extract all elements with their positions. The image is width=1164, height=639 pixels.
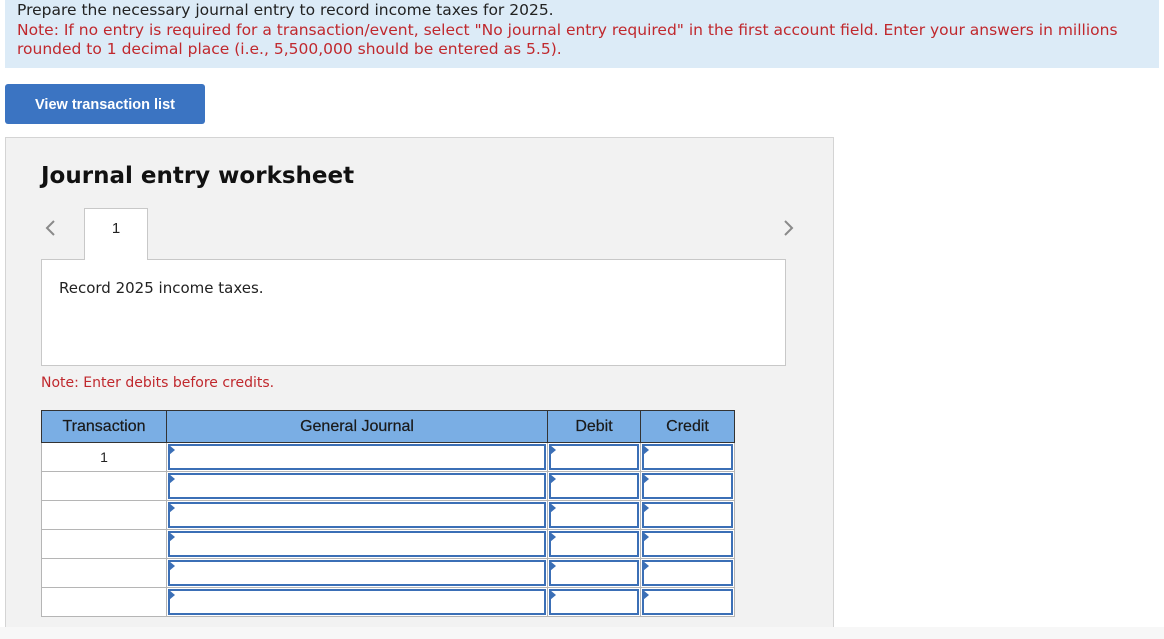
transaction-number xyxy=(41,558,167,588)
table-row xyxy=(41,471,735,501)
chevron-right-icon[interactable] xyxy=(778,216,798,240)
debit-input[interactable] xyxy=(549,444,639,470)
instructions-panel: Prepare the necessary journal entry to r… xyxy=(5,0,1159,68)
credit-input[interactable] xyxy=(642,560,733,586)
view-transaction-list-button[interactable]: View transaction list xyxy=(5,84,205,124)
table-row xyxy=(41,587,735,617)
account-input[interactable] xyxy=(168,502,546,528)
credit-input[interactable] xyxy=(642,502,733,528)
worksheet-title: Journal entry worksheet xyxy=(41,163,355,189)
journal-table: Transaction General Journal Debit Credit… xyxy=(41,410,735,617)
account-input[interactable] xyxy=(168,531,546,557)
debit-input[interactable] xyxy=(549,473,639,499)
account-input[interactable] xyxy=(168,560,546,586)
page-bottom-strip xyxy=(0,627,1164,639)
debit-input[interactable] xyxy=(549,560,639,586)
transaction-number xyxy=(41,471,167,501)
header-debit: Debit xyxy=(547,410,641,443)
tab-panel: Record 2025 income taxes. xyxy=(41,259,786,366)
header-credit: Credit xyxy=(640,410,735,443)
instruction-note: Note: If no entry is required for a tran… xyxy=(17,20,1118,59)
account-input[interactable] xyxy=(168,444,546,470)
account-input[interactable] xyxy=(168,473,546,499)
header-general-journal: General Journal xyxy=(166,410,548,443)
credit-input[interactable] xyxy=(642,473,733,499)
transaction-number xyxy=(41,529,167,559)
journal-entry-worksheet: Journal entry worksheet 1 Record 2025 in… xyxy=(5,137,834,627)
table-row xyxy=(41,558,735,588)
table-header-row: Transaction General Journal Debit Credit xyxy=(41,410,735,443)
table-row xyxy=(41,529,735,559)
credit-input[interactable] xyxy=(642,531,733,557)
transaction-number: 1 xyxy=(41,442,167,472)
transaction-number xyxy=(41,587,167,617)
debit-input[interactable] xyxy=(549,531,639,557)
credit-input[interactable] xyxy=(642,589,733,615)
transaction-description: Record 2025 income taxes. xyxy=(59,279,264,297)
debit-credit-note: Note: Enter debits before credits. xyxy=(41,375,275,391)
header-transaction: Transaction xyxy=(41,410,167,443)
account-input[interactable] xyxy=(168,589,546,615)
debit-input[interactable] xyxy=(549,589,639,615)
tab-transaction-1[interactable]: 1 xyxy=(84,208,148,260)
chevron-left-icon[interactable] xyxy=(41,216,61,240)
instruction-text: Prepare the necessary journal entry to r… xyxy=(17,1,554,19)
table-row: 1 xyxy=(41,442,735,472)
table-row xyxy=(41,500,735,530)
transaction-number xyxy=(41,500,167,530)
debit-input[interactable] xyxy=(549,502,639,528)
credit-input[interactable] xyxy=(642,444,733,470)
